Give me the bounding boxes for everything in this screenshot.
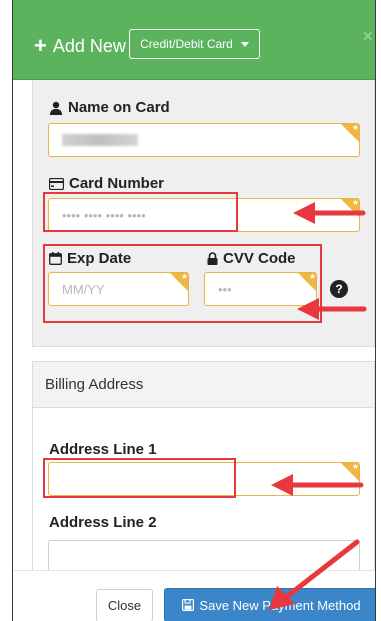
plus-icon: + bbox=[34, 33, 47, 58]
add-new-label: Add New bbox=[52, 35, 126, 56]
name-on-card-label: Name on Card bbox=[49, 99, 170, 116]
modal-header: + Add New Credit/Debit Card × bbox=[13, 0, 375, 80]
annotation-arrow-icon bbox=[271, 474, 364, 496]
billing-address-heading: Billing Address bbox=[33, 362, 374, 408]
annotation-arrow-icon bbox=[293, 202, 366, 224]
annotation-box-address-line-1 bbox=[43, 458, 236, 498]
add-new-title: + Add New bbox=[34, 35, 126, 57]
card-number-label: Card Number bbox=[49, 175, 164, 192]
blurred-name-value bbox=[62, 134, 138, 146]
credit-card-icon bbox=[49, 177, 64, 190]
annotation-arrow-icon bbox=[269, 539, 360, 610]
name-on-card-input[interactable] bbox=[48, 123, 360, 157]
payment-type-dropdown[interactable]: Credit/Debit Card bbox=[129, 29, 260, 59]
user-icon bbox=[50, 101, 62, 115]
close-icon[interactable]: × bbox=[362, 26, 373, 47]
caret-down-icon bbox=[240, 41, 249, 47]
annotation-box-card-number bbox=[43, 192, 238, 232]
required-star-icon bbox=[340, 124, 359, 143]
floppy-disk-icon bbox=[182, 599, 195, 611]
annotation-arrow-icon bbox=[297, 298, 367, 320]
close-button[interactable]: Close bbox=[96, 589, 153, 621]
annotation-box-exp-cvv bbox=[43, 244, 322, 323]
payment-method-modal: + Add New Credit/Debit Card × Name on Ca… bbox=[12, 0, 376, 621]
address-line-1-label: Address Line 1 bbox=[49, 441, 157, 458]
address-line-2-label: Address Line 2 bbox=[49, 514, 157, 531]
payment-type-value: Credit/Debit Card bbox=[140, 37, 233, 51]
